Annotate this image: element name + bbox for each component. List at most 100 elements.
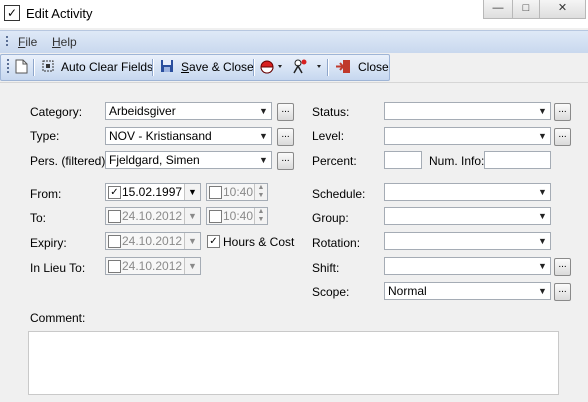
- chevron-down-icon: ▼: [538, 131, 547, 141]
- activity-tool-icon[interactable]: [291, 59, 323, 76]
- window-title: Edit Activity: [26, 6, 93, 21]
- close-window-button[interactable]: ✕: [539, 0, 586, 19]
- from-time-value: 10:40: [223, 185, 254, 199]
- num-info-input[interactable]: [484, 151, 551, 169]
- category-combo[interactable]: Arbeidsgiver ▼: [105, 102, 272, 120]
- to-date-value: 24.10.2012: [122, 209, 183, 223]
- status-label: Status:: [312, 105, 350, 119]
- status-combo[interactable]: ▼: [384, 102, 551, 120]
- chevron-down-icon: ▼: [538, 187, 547, 197]
- type-combo[interactable]: NOV - Kristiansand ▼: [105, 127, 272, 145]
- percent-label: Percent:: [312, 154, 357, 168]
- title-bar: ✓ Edit Activity — □ ✕: [0, 0, 588, 28]
- save-close-button[interactable]: Save & Close: [181, 59, 254, 76]
- chevron-down-icon: ▼: [259, 131, 268, 141]
- comment-label: Comment:: [30, 311, 86, 325]
- color-picker-icon[interactable]: [259, 59, 283, 76]
- group-combo[interactable]: ▼: [384, 207, 551, 225]
- pers-combo[interactable]: Fjeldgard, Simen ▼: [105, 151, 272, 169]
- time-spinner-icon[interactable]: ▲ ▼: [254, 184, 267, 200]
- scope-browse-button[interactable]: ...: [554, 283, 571, 301]
- from-date-value: 15.02.1997: [122, 185, 183, 199]
- level-combo[interactable]: ▼: [384, 127, 551, 145]
- in-lieu-to-value: 24.10.2012: [122, 259, 183, 273]
- from-time-checkbox[interactable]: [209, 186, 222, 199]
- rotation-combo[interactable]: ▼: [384, 232, 551, 250]
- scope-combo[interactable]: Normal ▼: [384, 282, 551, 300]
- auto-clear-icon[interactable]: [41, 59, 57, 76]
- percent-input[interactable]: [384, 151, 422, 169]
- minimize-button[interactable]: —: [483, 0, 513, 19]
- schedule-combo[interactable]: ▼: [384, 183, 551, 201]
- expiry-date-checkbox[interactable]: [108, 235, 121, 248]
- hours-cost-checkbox[interactable]: ✓: [207, 235, 220, 248]
- to-date-picker[interactable]: 24.10.2012 ▼: [105, 207, 201, 225]
- chevron-down-icon: ▼: [538, 236, 547, 246]
- chevron-down-icon: ▼: [538, 261, 547, 271]
- to-time-picker[interactable]: 10:40 ▲ ▼: [206, 207, 268, 225]
- chevron-down-icon: ▼: [538, 286, 547, 296]
- menu-grip: [6, 36, 9, 48]
- comment-textarea[interactable]: [28, 331, 559, 395]
- edit-activity-window: ✓ Edit Activity — □ ✕ File Help Auto Cle…: [0, 0, 588, 402]
- shift-label: Shift:: [312, 261, 340, 275]
- new-document-icon[interactable]: [15, 59, 29, 76]
- to-time-value: 10:40: [223, 209, 254, 223]
- category-value: Arbeidsgiver: [109, 104, 176, 118]
- maximize-button[interactable]: □: [512, 0, 540, 19]
- close-button[interactable]: Close: [358, 59, 389, 76]
- status-browse-button[interactable]: ...: [554, 103, 571, 121]
- to-time-checkbox[interactable]: [209, 210, 222, 223]
- form-panel: Category: Type: Pers. (filtered): From: …: [0, 82, 588, 402]
- menu-help[interactable]: Help: [52, 35, 77, 49]
- chevron-down-icon: ▼: [259, 106, 268, 116]
- type-browse-button[interactable]: ...: [277, 128, 294, 146]
- shift-combo[interactable]: ▼: [384, 257, 551, 275]
- chevron-down-icon[interactable]: ▼: [184, 233, 200, 249]
- group-label: Group:: [312, 211, 349, 225]
- category-label: Category:: [30, 105, 83, 119]
- exit-door-icon[interactable]: [335, 59, 353, 76]
- chevron-down-icon[interactable]: ▼: [184, 208, 200, 224]
- pers-filtered-label: Pers. (filtered):: [30, 154, 109, 168]
- to-label: To:: [30, 211, 47, 225]
- expiry-date-value: 24.10.2012: [122, 234, 183, 248]
- expiry-date-picker[interactable]: 24.10.2012 ▼: [105, 232, 201, 250]
- hours-cost-label: Hours & Cost: [223, 235, 295, 249]
- from-time-picker[interactable]: 10:40 ▲ ▼: [206, 183, 268, 201]
- category-browse-button[interactable]: ...: [277, 103, 294, 121]
- shift-browse-button[interactable]: ...: [554, 258, 571, 276]
- in-lieu-to-date-picker[interactable]: 24.10.2012 ▼: [105, 257, 201, 275]
- to-date-checkbox[interactable]: [108, 210, 121, 223]
- scope-value: Normal: [388, 284, 427, 298]
- schedule-label: Schedule:: [312, 187, 366, 201]
- chevron-down-icon[interactable]: ▼: [184, 184, 200, 200]
- checkbox-app-icon: ✓: [4, 5, 20, 21]
- level-browse-button[interactable]: ...: [554, 128, 571, 146]
- time-spinner-icon[interactable]: ▲ ▼: [254, 208, 267, 224]
- pers-value: Fjeldgard, Simen: [109, 153, 200, 167]
- from-label: From:: [30, 187, 62, 201]
- toolbar-grip: [7, 59, 10, 75]
- chevron-down-icon: ▼: [538, 211, 547, 221]
- from-date-checkbox[interactable]: ✓: [108, 186, 121, 199]
- rotation-label: Rotation:: [312, 236, 361, 250]
- pers-browse-button[interactable]: ...: [277, 152, 294, 170]
- level-label: Level:: [312, 129, 345, 143]
- type-label: Type:: [30, 129, 60, 143]
- in-lieu-to-label: In Lieu To:: [30, 261, 86, 275]
- in-lieu-to-checkbox[interactable]: [108, 260, 121, 273]
- chevron-down-icon: ▼: [259, 155, 268, 165]
- toolbar: Auto Clear Fields Save & Close Close: [0, 54, 390, 81]
- scope-label: Scope:: [312, 285, 350, 299]
- chevron-down-icon: ▼: [538, 106, 547, 116]
- menu-bar: File Help: [0, 30, 588, 53]
- num-info-label: Num. Info:: [429, 154, 485, 168]
- chevron-down-icon[interactable]: ▼: [184, 258, 200, 274]
- type-value: NOV - Kristiansand: [109, 129, 212, 143]
- from-date-picker[interactable]: ✓ 15.02.1997 ▼: [105, 183, 201, 201]
- menu-file[interactable]: File: [18, 35, 37, 49]
- save-disk-icon[interactable]: [160, 59, 176, 76]
- auto-clear-fields-button[interactable]: Auto Clear Fields: [61, 59, 153, 76]
- expiry-label: Expiry:: [30, 236, 67, 250]
